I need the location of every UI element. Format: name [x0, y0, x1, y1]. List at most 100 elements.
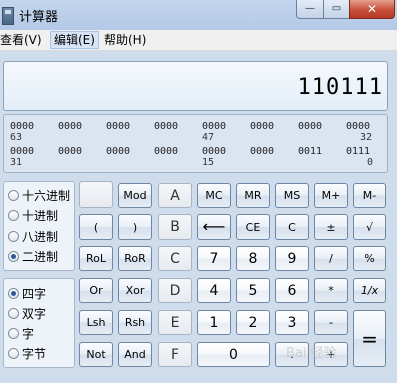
radio-oct[interactable]: 八进制 — [8, 228, 58, 244]
result-display: 110111 — [3, 61, 388, 111]
radio-word[interactable]: 字 — [8, 325, 34, 341]
hex-b-button[interactable]: B — [158, 214, 192, 240]
bit-group[interactable]: 0111 — [346, 146, 370, 157]
minimize-button[interactable]: — — [296, 0, 324, 19]
left-shift-button[interactable]: Lsh — [79, 310, 113, 335]
bit-group[interactable]: 0000 — [106, 121, 130, 132]
bit-group[interactable]: 0000 — [250, 146, 274, 157]
number-base-group: 十六进制 十进制 八进制 二进制 — [3, 181, 75, 271]
memory-recall-button[interactable]: MR — [236, 183, 270, 208]
memory-subtract-button[interactable]: M- — [353, 183, 386, 208]
bit-group[interactable]: 0000 — [10, 121, 34, 132]
digit-8-button[interactable]: 8 — [236, 246, 270, 271]
percent-button[interactable]: % — [353, 246, 386, 271]
binary-bit-panel: 0000 0000 0000 0000 0000 0000 0000 0000 … — [3, 114, 388, 173]
digit-9-button[interactable]: 9 — [275, 246, 309, 271]
bit-index-label: 47 — [202, 132, 215, 143]
radio-circle — [8, 209, 19, 221]
digit-2-button[interactable]: 2 — [236, 310, 270, 335]
bit-group[interactable]: 0000 — [154, 146, 178, 157]
right-shift-button[interactable]: Rsh — [118, 310, 152, 335]
bit-group[interactable]: 0000 — [346, 121, 370, 132]
divide-button[interactable]: / — [314, 246, 348, 271]
maximize-button[interactable]: ▭ — [323, 0, 350, 19]
bit-group[interactable]: 0000 — [202, 121, 226, 132]
bit-group[interactable]: 0000 — [58, 146, 82, 157]
watermark: Bai 经验 — [286, 346, 337, 361]
radio-dword[interactable]: 双字 — [8, 305, 46, 321]
radio-hex[interactable]: 十六进制 — [8, 187, 70, 203]
title-bar: 计算器 — ▭ ✕ — [0, 0, 397, 30]
radio-circle — [8, 307, 19, 319]
bit-group[interactable]: 0000 — [10, 146, 34, 157]
hex-c-button[interactable]: C — [158, 246, 192, 271]
digit-5-button[interactable]: 5 — [236, 278, 270, 303]
radio-circle — [8, 250, 19, 262]
window-title: 计算器 — [19, 10, 59, 25]
equals-button[interactable]: = — [353, 310, 386, 367]
word-size-group: 四字 双字 字 字节 — [3, 278, 75, 368]
radio-dec[interactable]: 十进制 — [8, 207, 58, 223]
bit-group[interactable]: 0000 — [202, 146, 226, 157]
right-paren-button[interactable]: ) — [118, 214, 152, 240]
backspace-button[interactable]: ⟵ — [197, 214, 231, 240]
and-button[interactable]: And — [118, 342, 152, 367]
plus-minus-button[interactable]: ± — [314, 214, 348, 240]
bit-group[interactable]: 0000 — [106, 146, 130, 157]
memory-clear-button[interactable]: MC — [197, 183, 231, 208]
bit-index-label: 0 — [367, 157, 374, 168]
menu-view[interactable]: 查看(V) — [0, 32, 45, 48]
hex-a-button[interactable]: A — [158, 183, 192, 208]
square-root-button[interactable]: √ — [353, 214, 386, 240]
bit-index-label: 31 — [10, 157, 23, 168]
radio-circle — [8, 347, 19, 359]
or-button[interactable]: Or — [79, 278, 113, 303]
bit-group[interactable]: 0000 — [154, 121, 178, 132]
menu-help[interactable]: 帮助(H) — [101, 32, 149, 48]
digit-0-button[interactable]: 0 — [197, 342, 270, 367]
clear-entry-button[interactable]: CE — [236, 214, 270, 240]
digit-6-button[interactable]: 6 — [275, 278, 309, 303]
reciprocal-button[interactable]: 1/x — [353, 278, 386, 303]
radio-byte[interactable]: 字节 — [8, 345, 46, 361]
digit-3-button[interactable]: 3 — [275, 310, 309, 335]
bit-index-label: 32 — [360, 132, 373, 143]
xor-button[interactable]: Xor — [118, 278, 152, 303]
menu-edit[interactable]: 编辑(E) — [50, 31, 99, 49]
radio-circle — [8, 327, 19, 339]
hex-e-button[interactable]: E — [158, 310, 192, 335]
radio-label: 字节 — [22, 346, 47, 361]
blank-button — [79, 181, 113, 208]
radio-qword[interactable]: 四字 — [8, 285, 46, 301]
radio-circle — [8, 287, 19, 299]
multiply-button[interactable]: * — [314, 278, 348, 303]
bit-group[interactable]: 0000 — [58, 121, 82, 132]
radio-label: 十进制 — [22, 208, 59, 223]
radio-bin[interactable]: 二进制 — [8, 248, 58, 264]
bit-index-label: 15 — [202, 157, 215, 168]
display-value: 110111 — [297, 75, 383, 100]
left-paren-button[interactable]: ( — [79, 214, 113, 240]
radio-circle — [8, 189, 19, 201]
digit-4-button[interactable]: 4 — [197, 278, 231, 303]
memory-store-button[interactable]: MS — [275, 183, 309, 208]
mod-button[interactable]: Mod — [118, 183, 152, 208]
subtract-button[interactable]: - — [314, 310, 348, 335]
clear-button[interactable]: C — [275, 214, 309, 240]
bit-group[interactable]: 0000 — [298, 121, 322, 132]
bit-group[interactable]: 0000 — [250, 121, 274, 132]
not-button[interactable]: Not — [79, 342, 113, 367]
radio-label: 十六进制 — [22, 188, 71, 203]
bit-group[interactable]: 0011 — [298, 146, 322, 157]
close-button[interactable]: ✕ — [349, 0, 395, 19]
radio-label: 四字 — [22, 286, 47, 301]
hex-f-button[interactable]: F — [158, 342, 192, 367]
memory-add-button[interactable]: M+ — [314, 183, 348, 208]
digit-1-button[interactable]: 1 — [197, 310, 231, 335]
radio-label: 字 — [22, 326, 35, 341]
digit-7-button[interactable]: 7 — [197, 246, 231, 271]
rotate-left-button[interactable]: RoL — [79, 246, 113, 271]
radio-label: 八进制 — [22, 229, 59, 244]
rotate-right-button[interactable]: RoR — [118, 246, 152, 271]
hex-d-button[interactable]: D — [158, 278, 192, 303]
